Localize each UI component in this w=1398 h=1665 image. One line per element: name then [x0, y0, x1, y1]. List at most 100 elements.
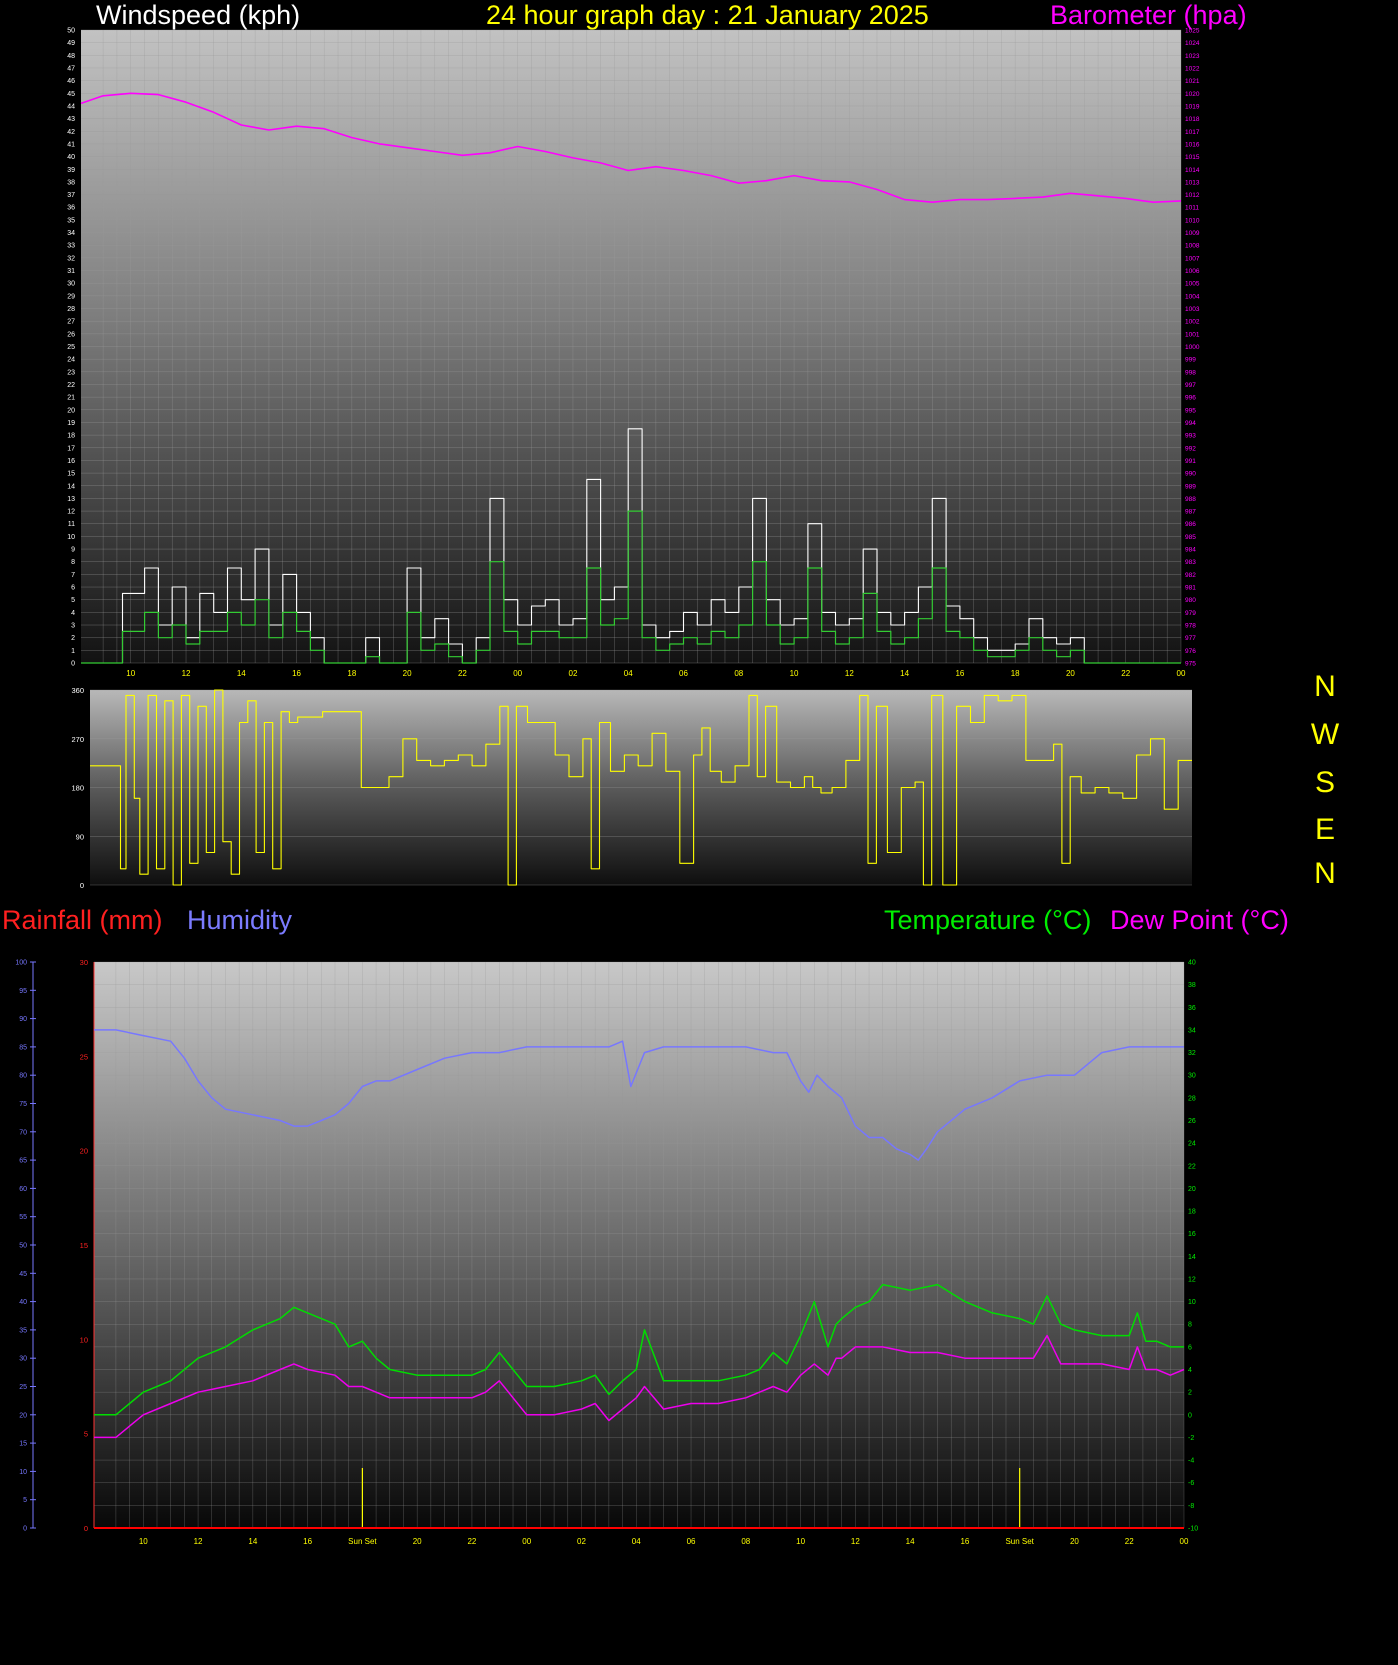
- temp-x-tick: 16: [960, 1537, 969, 1546]
- baro-y-tick: 1022: [1185, 65, 1200, 72]
- wind-y-tick: 30: [67, 281, 75, 288]
- baro-y-tick: 1006: [1185, 268, 1200, 275]
- wind-y-tick: 7: [71, 572, 75, 579]
- baro-y-tick: 978: [1185, 623, 1196, 630]
- humidity-y-tick: 0: [23, 1526, 27, 1533]
- weather-charts: 0 9751 9762 9773 9784 9795 9806 9817 9828 9839 984…: [15, 28, 1200, 1547]
- temp-y-tick: -10: [1188, 1526, 1198, 1533]
- baro-y-tick: 1013: [1185, 179, 1200, 186]
- rain-y-tick: 10: [80, 1335, 88, 1344]
- baro-y-tick: 996: [1185, 395, 1196, 402]
- wind-y-tick: 29: [67, 293, 75, 300]
- wind-x-tick: 06: [679, 669, 688, 678]
- humidity-y-tick: 75: [19, 1101, 27, 1108]
- baro-y-tick: 1000: [1185, 344, 1200, 351]
- temp-y-tick: -8: [1188, 1503, 1194, 1510]
- humidity-y-tick: 10: [19, 1469, 27, 1476]
- wind-x-tick: 08: [734, 669, 743, 678]
- temp-x-tick: Sun Set: [1005, 1537, 1034, 1546]
- humidity-y-tick: 20: [19, 1412, 27, 1419]
- direction-y-tick: 180: [71, 784, 84, 793]
- temp-y-tick: 24: [1188, 1141, 1196, 1148]
- baro-y-tick: 1023: [1185, 53, 1200, 60]
- temp-y-tick: 40: [1188, 960, 1196, 967]
- wind-y-tick: 46: [67, 78, 75, 85]
- baro-y-tick: 1002: [1185, 319, 1200, 326]
- wind-y-tick: 31: [67, 268, 75, 275]
- rain-y-tick: 0: [84, 1524, 88, 1533]
- baro-y-tick: 1015: [1185, 154, 1200, 161]
- wind-y-tick: 2: [71, 635, 75, 642]
- temp-y-tick: 2: [1188, 1390, 1192, 1397]
- humidity-y-tick: 65: [19, 1158, 27, 1165]
- wind-y-tick: 33: [67, 243, 75, 250]
- wind-y-tick: 27: [67, 319, 75, 326]
- wind-x-tick: 10: [790, 669, 799, 678]
- temp-y-tick: -4: [1188, 1458, 1194, 1465]
- wind-x-tick: 04: [624, 669, 633, 678]
- baro-y-tick: 1021: [1185, 78, 1200, 85]
- wind-x-tick: 14: [237, 669, 246, 678]
- wind-y-tick: 19: [67, 420, 75, 427]
- temp-y-tick: 0: [1188, 1412, 1192, 1419]
- temp-y-tick: 36: [1188, 1005, 1196, 1012]
- humidity-y-tick: 45: [19, 1271, 27, 1278]
- baro-y-tick: 1020: [1185, 91, 1200, 98]
- baro-y-tick: 980: [1185, 597, 1196, 604]
- temp-y-tick: 34: [1188, 1027, 1196, 1034]
- temp-x-tick: 08: [741, 1537, 750, 1546]
- wind-y-tick: 17: [67, 445, 75, 452]
- baro-y-tick: 977: [1185, 635, 1196, 642]
- baro-y-tick: 990: [1185, 471, 1196, 478]
- temp-y-tick: 4: [1188, 1367, 1192, 1374]
- humidity-y-tick: 35: [19, 1327, 27, 1334]
- temp-x-tick: 14: [248, 1537, 257, 1546]
- baro-y-tick: 1004: [1185, 293, 1200, 300]
- temp-x-tick: 12: [194, 1537, 203, 1546]
- wind-x-tick: 18: [1011, 669, 1020, 678]
- humidity-y-tick: 60: [19, 1186, 27, 1193]
- baro-y-tick: 1019: [1185, 103, 1200, 110]
- baro-y-tick: 1008: [1185, 243, 1200, 250]
- temp-x-tick: 06: [687, 1537, 696, 1546]
- wind-x-tick: 10: [126, 669, 135, 678]
- baro-y-tick: 987: [1185, 509, 1196, 516]
- wind-x-tick: 22: [1121, 669, 1130, 678]
- wind-y-tick: 39: [67, 167, 75, 174]
- rain-y-tick: 5: [84, 1430, 88, 1439]
- baro-y-tick: 975: [1185, 661, 1196, 668]
- wind-y-tick: 34: [67, 230, 75, 237]
- temp-y-tick: 10: [1188, 1299, 1196, 1306]
- baro-y-tick: 1009: [1185, 230, 1200, 237]
- baro-y-tick: 1014: [1185, 167, 1200, 174]
- temp-x-tick: 16: [303, 1537, 312, 1546]
- temp-y-tick: 28: [1188, 1095, 1196, 1102]
- temp-y-tick: 18: [1188, 1209, 1196, 1216]
- temp-x-tick: 10: [139, 1537, 148, 1546]
- baro-y-tick: 995: [1185, 407, 1196, 414]
- humidity-y-tick: 55: [19, 1214, 27, 1221]
- wind-y-tick: 23: [67, 369, 75, 376]
- wind-y-tick: 22: [67, 382, 75, 389]
- wind-y-tick: 1: [71, 648, 75, 655]
- temp-y-tick: 8: [1188, 1322, 1192, 1329]
- temp-y-tick: 14: [1188, 1254, 1196, 1261]
- baro-y-tick: 988: [1185, 496, 1196, 503]
- wind-y-tick: 8: [71, 559, 75, 566]
- baro-y-tick: 1005: [1185, 281, 1200, 288]
- baro-y-tick: 984: [1185, 547, 1196, 554]
- temp-x-tick: 20: [413, 1537, 422, 1546]
- baro-y-tick: 998: [1185, 369, 1196, 376]
- baro-y-tick: 1016: [1185, 141, 1200, 148]
- temp-y-tick: 30: [1188, 1073, 1196, 1080]
- humidity-y-tick: 25: [19, 1384, 27, 1391]
- baro-y-tick: 985: [1185, 534, 1196, 541]
- wind-y-tick: 48: [67, 53, 75, 60]
- temp-y-tick: 16: [1188, 1231, 1196, 1238]
- wind-y-tick: 32: [67, 255, 75, 262]
- rain-y-tick: 30: [80, 958, 88, 967]
- wind-y-tick: 49: [67, 40, 75, 47]
- wind-y-tick: 45: [67, 91, 75, 98]
- wind-y-tick: 40: [67, 154, 75, 161]
- wind-x-tick: 22: [458, 669, 467, 678]
